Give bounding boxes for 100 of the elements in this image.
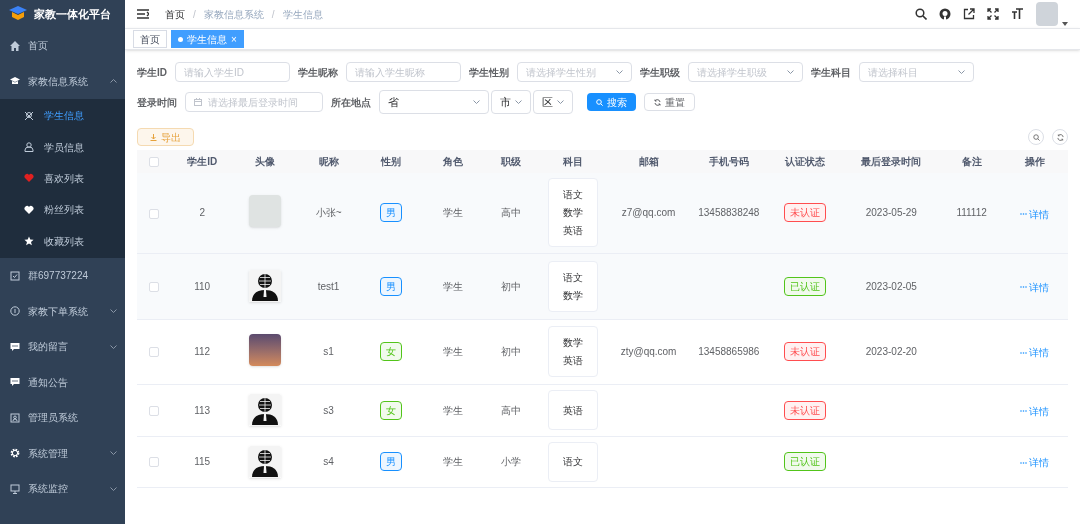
star-icon: [24, 236, 34, 247]
column-header: 备注: [961, 156, 982, 167]
table-cell: 115: [194, 456, 211, 467]
field-label: 所在地点: [331, 95, 371, 110]
table-cell: 113: [194, 404, 211, 416]
details-link[interactable]: 详情: [1020, 455, 1050, 471]
status-tag: 已认证: [784, 276, 827, 296]
chevron-down-icon: [110, 451, 117, 456]
field-label: 学生性别: [469, 65, 509, 80]
app-title: 家教一体化平台: [34, 6, 111, 22]
select-field[interactable]: 区: [533, 90, 573, 114]
table-cell: 初中: [501, 346, 522, 357]
sidebar-subitem[interactable]: 喜欢列表: [0, 162, 125, 195]
table-cell: 111112: [956, 207, 987, 219]
sidebar-item[interactable]: 家教信息系统: [0, 63, 125, 99]
logo-icon: [8, 5, 28, 23]
sidebar-item[interactable]: 系统管理: [0, 435, 125, 471]
font-size-icon[interactable]: [1011, 8, 1024, 20]
sidebar-item[interactable]: 系统监控: [0, 470, 125, 507]
column-header: 邮箱: [638, 156, 659, 167]
chevron-down-icon: [110, 344, 117, 349]
reset-button[interactable]: 重置: [644, 93, 695, 111]
checkbox[interactable]: [149, 405, 160, 416]
field-label: 学生职级: [640, 65, 680, 80]
status-tag: 未认证: [784, 342, 827, 361]
sidebar-item[interactable]: 管理员系统: [0, 399, 125, 436]
breadcrumb-separator: /: [271, 7, 275, 22]
table-cell: 学生: [442, 346, 463, 357]
external-link-icon[interactable]: [963, 8, 975, 20]
field-label: 学生昵称: [298, 65, 338, 80]
sidebar-subitem[interactable]: 收藏列表: [0, 225, 125, 257]
field-label: 学生科目: [811, 65, 851, 80]
chevron-down-icon: [787, 70, 794, 74]
table-cell: 学生: [442, 456, 463, 467]
table-cell: 学生: [442, 207, 463, 219]
table-cell: 初中: [501, 280, 522, 292]
details-link[interactable]: 详情: [1020, 345, 1050, 361]
gender-tag: 女: [379, 342, 402, 361]
checkbox[interactable]: [149, 208, 160, 219]
table-cell: 学生: [442, 404, 463, 416]
column-header: 头像: [255, 156, 276, 167]
github-icon[interactable]: [939, 8, 951, 20]
chevron-down-icon: [515, 100, 522, 104]
search-icon: [596, 98, 603, 106]
column-header: 学生ID: [187, 156, 218, 167]
checkbox[interactable]: [149, 457, 160, 468]
subject-label: 数学: [563, 206, 584, 221]
breadcrumb-item: 学生信息: [282, 7, 323, 22]
download-icon: [150, 133, 157, 141]
chat-bubble-icon: [10, 377, 20, 388]
checkbox[interactable]: [149, 347, 160, 358]
table-cell: 2023-02-05: [865, 280, 917, 292]
sidebar-subitem[interactable]: 学生信息: [0, 100, 125, 132]
caret-icon[interactable]: [1062, 22, 1068, 26]
breadcrumb-item[interactable]: 首页: [165, 6, 185, 22]
chat-bubble-icon: [10, 341, 20, 352]
chevron-down-icon: [616, 70, 623, 74]
checkbox[interactable]: [149, 157, 160, 168]
search-icon[interactable]: [915, 8, 927, 20]
status-tag: 未认证: [784, 203, 827, 223]
sidebar-item[interactable]: 通知公告: [0, 364, 125, 400]
chevron-down-icon: [110, 309, 117, 314]
fullscreen-icon[interactable]: [987, 8, 999, 20]
table-cell: 13458865986: [698, 346, 760, 357]
sidebar-item[interactable]: 首页: [0, 28, 125, 64]
subject-label: 英语: [563, 403, 584, 418]
details-link[interactable]: 详情: [1020, 403, 1050, 419]
checkbox-icon: [10, 270, 20, 281]
table-cell: 学生: [442, 280, 463, 292]
select-field[interactable]: 省: [379, 90, 489, 114]
sidebar-item[interactable]: 家教下单系统: [0, 293, 125, 329]
checkbox[interactable]: [149, 281, 160, 292]
column-header: 角色: [442, 156, 463, 167]
gear-icon: [10, 448, 20, 459]
gender-tag: 男: [379, 203, 402, 223]
subject-label: 语文: [563, 270, 584, 285]
chevron-up-icon: [110, 79, 117, 84]
column-header: 最后登录时间: [861, 156, 922, 167]
photo-placeholder: [249, 333, 282, 366]
heart-icon: [24, 204, 34, 215]
more-icon: [1020, 410, 1028, 413]
table-cell: s3: [323, 404, 334, 416]
column-header: 昵称: [318, 156, 339, 167]
column-header: 职级: [501, 156, 522, 167]
table-cell: 高中: [501, 404, 522, 416]
home-icon: [10, 40, 20, 51]
table-cell: 高中: [501, 207, 522, 219]
sidebar-item[interactable]: 我的留言: [0, 328, 125, 365]
table-cell: z7@qq.com: [621, 207, 676, 219]
tab[interactable]: 首页: [133, 30, 167, 48]
monitor-icon: [10, 483, 20, 494]
sidebar-item[interactable]: 群697737224: [0, 257, 125, 294]
column-header: 认证状态: [785, 156, 826, 167]
sidebar-subitem[interactable]: 学员信息: [0, 131, 125, 163]
sidebar-subitem[interactable]: 粉丝列表: [0, 194, 125, 226]
subject-label: 语文: [563, 455, 584, 469]
menu-icon[interactable]: [137, 9, 149, 19]
column-header: 性别: [380, 156, 401, 167]
select-field[interactable]: 市: [491, 90, 531, 114]
person-silhouette-avatar: [249, 394, 282, 426]
